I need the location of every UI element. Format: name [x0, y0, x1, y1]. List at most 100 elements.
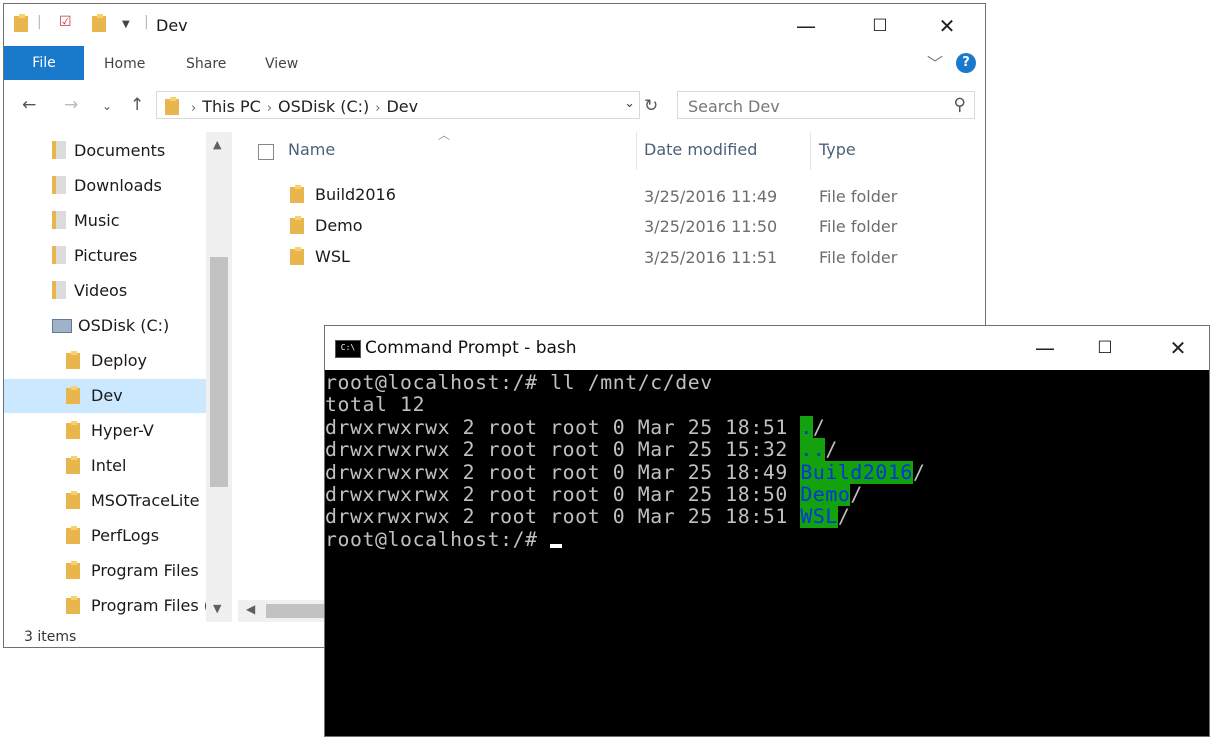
- maximize-button[interactable]: ☐: [857, 10, 903, 42]
- column-header-name[interactable]: Name: [288, 140, 335, 159]
- entry-suffix: /: [825, 438, 838, 462]
- sidebar-item-osdisk[interactable]: OSDisk (C:): [52, 309, 169, 343]
- column-divider[interactable]: [810, 132, 811, 170]
- tab-file[interactable]: File: [4, 46, 84, 80]
- tab-view[interactable]: View: [265, 46, 298, 80]
- entry-name: ..: [800, 438, 826, 462]
- close-button[interactable]: ✕: [1154, 332, 1202, 364]
- select-all-checkbox[interactable]: [258, 144, 274, 160]
- scroll-up-icon[interactable]: ▲: [213, 138, 221, 151]
- sidebar-item-label: Pictures: [74, 246, 138, 265]
- sidebar-item-label: Music: [74, 211, 120, 230]
- ribbon: File Home Share View ﹀ ?: [4, 46, 985, 80]
- close-button[interactable]: ✕: [924, 10, 970, 42]
- breadcrumb: › This PC › OSDisk (C:) › Dev: [191, 97, 419, 116]
- back-arrow-icon[interactable]: ←: [22, 95, 36, 115]
- sidebar-item-program-files-x86[interactable]: Program Files (:: [66, 589, 206, 623]
- terminal-line: drwxrwxrwx 2 root root 0 Mar 25 15:32 ..…: [325, 438, 1209, 462]
- sidebar-item-label: Intel: [91, 456, 127, 475]
- terminal-output[interactable]: root@localhost:/# ll /mnt/c/dev total 12 d…: [325, 370, 1209, 736]
- navigation-pane-scrollbar[interactable]: ▲ ▼: [206, 132, 232, 622]
- entry-name: .: [800, 415, 813, 439]
- tab-share[interactable]: Share: [186, 46, 226, 80]
- breadcrumb-item[interactable]: This PC: [202, 97, 261, 116]
- help-icon[interactable]: ?: [956, 53, 976, 73]
- sidebar-item-label: Program Files: [91, 561, 199, 580]
- address-bar[interactable]: › This PC › OSDisk (C:) › Dev ⌄: [156, 91, 640, 119]
- folder-icon: [290, 247, 305, 265]
- music-icon: [52, 211, 66, 229]
- sidebar-item-perflogs[interactable]: PerfLogs: [66, 519, 159, 553]
- folder-icon: [66, 561, 81, 579]
- terminal-line: drwxrwxrwx 2 root root 0 Mar 25 18:49 Bu…: [325, 460, 1209, 484]
- file-type: File folder: [819, 248, 898, 267]
- sidebar-item-msotracelite[interactable]: MSOTraceLite: [66, 484, 199, 518]
- maximize-button[interactable]: ☐: [1081, 332, 1129, 364]
- window-title: Dev: [156, 16, 188, 35]
- prompt: root@localhost:/#: [325, 371, 551, 394]
- file-date: 3/25/2016 11:51: [644, 248, 778, 267]
- entry-meta: drwxrwxrwx 2 root root 0 Mar 25 15:32: [325, 438, 801, 462]
- entry-suffix: /: [837, 505, 851, 529]
- command-prompt-window: C:\ Command Prompt - bash — ☐ ✕ root@loc…: [324, 325, 1210, 737]
- properties-icon[interactable]: ☑: [59, 14, 72, 30]
- scroll-left-icon[interactable]: ◀: [246, 602, 255, 616]
- sidebar-item-deploy[interactable]: Deploy: [66, 344, 147, 378]
- console-icon: C:\: [335, 340, 361, 358]
- file-name-cell: Build2016: [290, 185, 396, 204]
- scrollbar-thumb[interactable]: [210, 257, 228, 487]
- up-arrow-icon[interactable]: ↑: [130, 95, 144, 115]
- terminal-line: drwxrwxrwx 2 root root 0 Mar 25 18:50 De…: [325, 483, 1209, 507]
- search-icon[interactable]: ⚲: [954, 95, 966, 115]
- new-folder-icon[interactable]: [92, 14, 107, 33]
- sidebar-item-label: MSOTraceLite: [91, 491, 200, 510]
- sidebar-item-downloads[interactable]: Downloads: [52, 169, 162, 203]
- entry-suffix: /: [912, 460, 926, 484]
- sidebar-item-program-files[interactable]: Program Files: [66, 554, 199, 588]
- folder-icon: [66, 526, 81, 544]
- recent-locations-icon[interactable]: ⌄: [102, 99, 112, 113]
- expand-ribbon-icon[interactable]: ﹀: [927, 50, 943, 74]
- chevron-down-icon[interactable]: ⌄: [624, 96, 635, 111]
- sidebar-item-videos[interactable]: Videos: [52, 274, 127, 308]
- entry-suffix: /: [812, 415, 826, 439]
- sidebar-item-pictures[interactable]: Pictures: [52, 239, 137, 273]
- separator: |: [37, 14, 42, 30]
- folder-icon: [66, 456, 81, 474]
- pictures-icon: [52, 246, 66, 264]
- refresh-icon[interactable]: ↻: [644, 96, 658, 116]
- window-title: Command Prompt - bash: [365, 338, 577, 358]
- sidebar-item-label: Documents: [74, 141, 166, 160]
- search-placeholder: Search Dev: [688, 97, 780, 116]
- minimize-button[interactable]: —: [1021, 332, 1069, 364]
- sidebar-item-documents[interactable]: Documents: [52, 134, 165, 168]
- sidebar-item-dev[interactable]: Dev: [4, 379, 206, 413]
- horizontal-scrollbar[interactable]: ◀: [238, 600, 328, 622]
- entry-name: Demo: [800, 483, 851, 507]
- file-name: Build2016: [315, 185, 396, 204]
- column-header-date-modified[interactable]: Date modified: [644, 140, 757, 159]
- sidebar-item-label: Dev: [91, 386, 123, 405]
- minimize-button[interactable]: —: [783, 10, 829, 42]
- terminal-line: drwxrwxrwx 2 root root 0 Mar 25 18:51 ./: [325, 415, 1209, 439]
- forward-arrow-icon[interactable]: →: [64, 95, 78, 115]
- breadcrumb-item[interactable]: Dev: [386, 97, 418, 116]
- sidebar-item-intel[interactable]: Intel: [66, 449, 126, 483]
- breadcrumb-item[interactable]: OSDisk (C:): [278, 97, 369, 116]
- sidebar-item-music[interactable]: Music: [52, 204, 120, 238]
- file-date: 3/25/2016 11:50: [644, 217, 778, 236]
- file-name-cell: WSL: [290, 247, 350, 266]
- tab-home[interactable]: Home: [104, 46, 145, 80]
- scroll-down-icon[interactable]: ▼: [213, 602, 221, 615]
- column-header-type[interactable]: Type: [819, 140, 856, 159]
- scrollbar-thumb[interactable]: [266, 604, 328, 618]
- customize-toolbar-icon[interactable]: ▼: [122, 19, 130, 30]
- search-box[interactable]: Search Dev ⚲: [677, 91, 975, 119]
- sidebar-item-hyper-v[interactable]: Hyper-V: [66, 414, 154, 448]
- console-titlebar: C:\ Command Prompt - bash — ☐ ✕: [325, 326, 1209, 370]
- sidebar-item-label: Deploy: [91, 351, 148, 370]
- navigation-bar: ← → ⌄ ↑ › This PC › OSDisk (C:) › Dev ⌄ ↻ Sea…: [4, 87, 985, 125]
- entry-name: Build2016: [800, 460, 913, 484]
- entry-suffix: /: [850, 483, 863, 507]
- column-divider[interactable]: [636, 132, 637, 170]
